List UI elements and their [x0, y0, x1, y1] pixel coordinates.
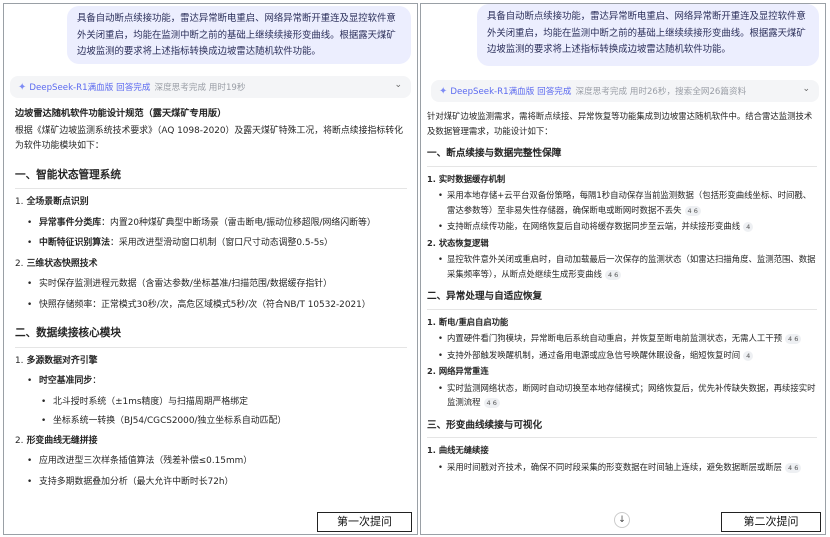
subsection-heading: 1. 全场景断点识别 — [15, 197, 89, 207]
user-question-bubble: 具备自动断点续接功能，雷达异常断电重启、网络异常断开重连及显控软件意外关闭重启，… — [67, 6, 411, 64]
list-item: 时空基准同步： — [15, 374, 407, 390]
answer-content: 边坡雷达随机软件功能设计规范（露天煤矿专用版） 根据《煤矿边坡监测系统技术要求》… — [4, 98, 417, 490]
list-item: 异常事件分类库：内置20种煤矿典型中断场景（雷击断电/振动位移超限/网络闪断等） — [15, 216, 407, 232]
list-item: 采用时间戳对齐技术，确保不同时段采集的形变数据在时间轴上连续，避免数据断层或断层… — [427, 460, 817, 475]
subsection-heading: 2. 三维状态快照技术 — [15, 258, 98, 269]
sparkle-icon: ✦ — [18, 81, 27, 93]
list-item: 快照存储频率：正常模式30秒/次，高危区域模式5秒/次（符合NB/T 10532… — [15, 298, 407, 314]
list-item: 应用改进型三次样条插值算法（残差补偿≤0.15mm） — [15, 454, 407, 470]
citation-badge[interactable]: 4 — [743, 350, 754, 361]
list-item: 中断特征识别算法：采用改进型滑动窗口机制（窗口尺寸动态调整0.5-5s） — [15, 236, 407, 252]
section-heading: 二、异常处理与自适应恢复 — [427, 290, 817, 310]
first-answer-panel: 具备自动断点续接功能，雷达异常断电重启、网络异常断开重连及显控软件意外关闭重启，… — [3, 3, 418, 535]
answer-content: 针对煤矿边坡监测需求，需将断点续接、异常恢复等功能集成到边坡雷达随机软件中。结合… — [421, 102, 825, 474]
subsection-heading: 2. 状态恢复逻辑 — [427, 237, 489, 248]
thinking-status-bar[interactable]: ✦ DeepSeek-R1满血版 回答完成 深度思考完成 用时26秒，搜索全网2… — [431, 80, 819, 102]
citation-badge[interactable]: 4 6 — [604, 269, 622, 280]
list-item: 坐标系统一转换（BJ54/CGCS2000/独立坐标系自动匹配） — [15, 414, 407, 430]
thinking-time: 深度思考完成 用时19秒 — [154, 83, 246, 93]
subsection-heading: 2. 形变曲线无缝拼接 — [15, 435, 98, 446]
citation-badge[interactable]: 4 6 — [684, 205, 701, 216]
intro-text: 针对煤矿边坡监测需求，需将断点续接、异常恢复等功能集成到边坡雷达随机软件中。结合… — [427, 111, 813, 136]
subsection-heading: 1. 多源数据对齐引擎 — [15, 355, 98, 366]
list-item: 北斗授时系统（±1ms精度）与扫描周期严格绑定 — [15, 395, 407, 411]
user-question-bubble: 具备自动断点续接功能，雷达异常断电重启、网络异常断开重连及显控软件意外关闭重启，… — [477, 4, 819, 66]
list-item: 内置硬件看门狗模块，异常断电后系统自动重启，并恢复至断电前监测状态，无需人工干预… — [427, 331, 817, 346]
chevron-down-icon[interactable]: ⌄ — [394, 80, 402, 90]
list-item: 显控软件意外关闭或重启时，自动加载最后一次保存的监测状态（如雷达扫描角度、监测范… — [427, 252, 817, 281]
list-item: 实时保存监测进程元数据（含雷达参数/坐标基准/扫描范围/数据缓存指针） — [15, 277, 407, 293]
model-status-label: DeepSeek-R1满血版 回答完成 — [29, 83, 151, 93]
citation-badge[interactable]: 4 6 — [785, 462, 802, 473]
chevron-down-icon[interactable]: ⌄ — [802, 84, 810, 94]
citation-badge[interactable]: 4 6 — [483, 398, 500, 408]
list-item: 支持断点续传功能，在网络恢复后自动将缓存数据同步至云端，并续接形变曲线4 — [427, 219, 817, 234]
subsection-heading: 1. 实时数据缓存机制 — [427, 173, 506, 184]
subsection-heading: 1. 断电/重启自启功能 — [427, 316, 509, 327]
list-item: 实时监测网络状态，断网时自动切换至本地存储模式；网络恢复后，优先补传缺失数据，再… — [427, 381, 817, 410]
first-question-tag: 第一次提问 — [317, 512, 412, 532]
thinking-time: 深度思考完成 用时26秒，搜索全网26篇资料 — [575, 87, 747, 97]
thinking-status-bar[interactable]: ✦ DeepSeek-R1满血版 回答完成 深度思考完成 用时19秒 ⌄ — [10, 76, 411, 98]
scroll-down-icon[interactable]: ↓ — [614, 512, 630, 528]
subsection-heading: 1. 曲线无缝续接 — [427, 445, 489, 455]
citation-badge[interactable]: 4 — [743, 222, 754, 232]
section-heading: 一、断点续接与数据完整性保障 — [427, 147, 817, 167]
subsection-heading: 2. 网络异常重连 — [427, 366, 489, 376]
intro-text: 根据《煤矿边坡监测系统技术要求》（AQ 1098-2020）及露天煤矿特殊工况，… — [15, 125, 404, 152]
list-item: 支持外部触发唤醒机制，通过备用电源或应急信号唤醒休眠设备，缩短恢复时间4 — [427, 348, 817, 363]
section-heading: 一、智能状态管理系统 — [15, 168, 407, 189]
section-heading: 三、形变曲线续接与可视化 — [427, 419, 817, 438]
citation-badge[interactable]: 4 6 — [785, 334, 802, 344]
list-item: 支持多期数据叠加分析（最大允许中断时长72h） — [15, 475, 407, 491]
section-heading: 二、数据续接核心模块 — [15, 326, 407, 348]
model-status-label: DeepSeek-R1满血版 回答完成 — [450, 87, 572, 97]
second-answer-panel: 具备自动断点续接功能，雷达异常断电重启、网络异常断开重连及显控软件意外关闭重启，… — [420, 3, 826, 535]
sparkle-icon: ✦ — [439, 85, 448, 97]
list-item: 采用本地存储+云平台双备份策略，每隔1秒自动保存当前监测数据（包括形变曲线坐标、… — [427, 188, 817, 217]
doc-title: 边坡雷达随机软件功能设计规范（露天煤矿专用版） — [15, 108, 227, 119]
second-question-tag: 第二次提问 — [721, 512, 821, 532]
